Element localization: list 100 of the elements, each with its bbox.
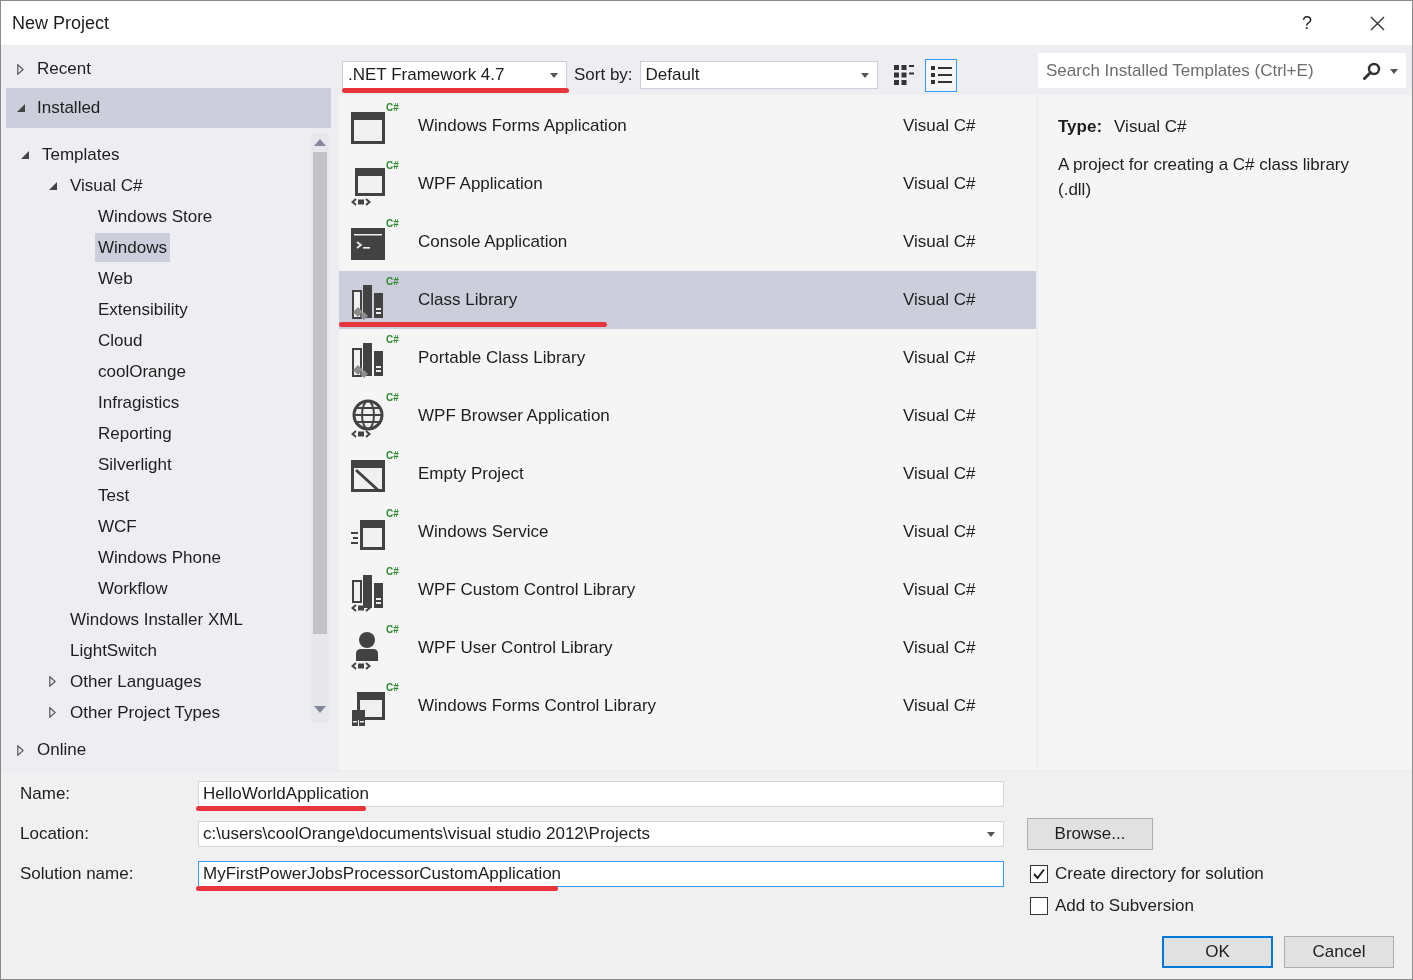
- template-row[interactable]: C# Empty Project Visual C#: [339, 445, 1036, 503]
- books-icon: [351, 340, 385, 380]
- list-view-button[interactable]: [924, 58, 957, 92]
- template-language: Visual C#: [903, 579, 976, 602]
- tree-item[interactable]: Workflow: [95, 574, 171, 603]
- template-language: Visual C#: [903, 463, 976, 486]
- expanded-arrow-icon[interactable]: [17, 104, 25, 112]
- template-row[interactable]: C# WPF User Control Library Visual C#: [339, 619, 1036, 677]
- template-language: Visual C#: [903, 289, 976, 312]
- close-icon[interactable]: [1370, 15, 1385, 31]
- template-language: Visual C#: [903, 347, 976, 370]
- collapsed-arrow-icon[interactable]: [49, 676, 56, 687]
- template-language: Visual C#: [903, 521, 976, 544]
- tree-item[interactable]: LightSwitch: [67, 636, 160, 665]
- search-icon[interactable]: [1363, 62, 1381, 80]
- template-row[interactable]: C# Windows Forms Application Visual C#: [339, 97, 1036, 155]
- section-header[interactable]: Online: [6, 731, 331, 769]
- template-language: Visual C#: [903, 115, 976, 138]
- dialog-button[interactable]: OK: [1162, 936, 1273, 968]
- sort-label: Sort by:: [574, 64, 633, 87]
- template-name: WPF Application: [418, 173, 544, 196]
- template-row[interactable]: C# Class Library Visual C#: [339, 271, 1036, 329]
- checkbox[interactable]: [1030, 865, 1048, 883]
- collapsed-arrow-icon[interactable]: [17, 744, 24, 756]
- template-language: Visual C#: [903, 231, 976, 254]
- search-field[interactable]: Search Installed Templates (Ctrl+E): [1038, 53, 1406, 88]
- tree-item[interactable]: Other Project Types: [67, 698, 223, 727]
- help-button[interactable]: ?: [1302, 9, 1312, 37]
- checkbox-label: Create directory for solution: [1055, 863, 1264, 886]
- scroll-down-arrow-icon[interactable]: [314, 706, 326, 713]
- expanded-arrow-icon[interactable]: [21, 150, 29, 159]
- tree-item[interactable]: WCF: [95, 512, 140, 541]
- tree-item[interactable]: Windows Store: [95, 202, 216, 231]
- language-label: C#: [386, 218, 399, 230]
- section-label: Installed: [37, 97, 101, 120]
- text-field[interactable]: HelloWorldApplication: [198, 781, 1004, 807]
- grid-icon: [893, 65, 914, 85]
- template-row[interactable]: C# WPF Browser Application Visual C#: [339, 387, 1036, 445]
- language-label: C#: [386, 276, 399, 288]
- text-field[interactable]: MyFirstPowerJobsProcessorCustomApplication: [198, 861, 1004, 887]
- template-name: WPF Custom Control Library: [418, 579, 637, 602]
- window-title: New Project: [12, 11, 110, 35]
- template-name: Console Application: [418, 231, 569, 254]
- location-dropdown[interactable]: c:\users\coolOrange\documents\visual studio 2012\Projects: [198, 821, 1004, 847]
- books-icon: [351, 572, 385, 612]
- scrollbar-thumb[interactable]: [313, 152, 327, 634]
- caret-icon: [550, 72, 558, 78]
- language-label: C#: [386, 450, 399, 462]
- template-language: Visual C#: [903, 695, 976, 718]
- section-label: Recent: [37, 58, 91, 81]
- template-row[interactable]: C# Console Application Visual C#: [339, 213, 1036, 271]
- expanded-arrow-icon[interactable]: [49, 181, 57, 190]
- tree-item[interactable]: Windows Phone: [95, 543, 224, 572]
- sort-dropdown[interactable]: Default: [639, 61, 878, 89]
- tree-item[interactable]: Infragistics: [95, 388, 183, 417]
- section-header[interactable]: Installed: [6, 88, 331, 128]
- dialog-button[interactable]: Cancel: [1284, 936, 1394, 968]
- field-label: Name:: [20, 783, 72, 806]
- template-name: WPF Browser Application: [418, 405, 611, 428]
- framework-dropdown[interactable]: .NET Framework 4.7: [342, 61, 567, 89]
- checkbox-label: Add to Subversion: [1055, 895, 1194, 918]
- template-name: Windows Forms Application: [418, 115, 628, 138]
- collapsed-arrow-icon[interactable]: [49, 707, 56, 718]
- template-language: Visual C#: [903, 637, 976, 660]
- language-label: C#: [386, 392, 399, 404]
- tree-item[interactable]: Reporting: [95, 419, 175, 448]
- template-row[interactable]: C# Portable Class Library Visual C#: [339, 329, 1036, 387]
- section-header[interactable]: Recent: [6, 50, 331, 88]
- tree-item[interactable]: Windows: [95, 233, 170, 262]
- template-name: WPF User Control Library: [418, 637, 614, 660]
- template-row[interactable]: C# Windows Forms Control Library Visual C#: [339, 677, 1036, 735]
- template-row[interactable]: C# WPF Application Visual C#: [339, 155, 1036, 213]
- tree-item[interactable]: Web: [95, 264, 136, 293]
- tree-item[interactable]: Other Languages: [67, 667, 205, 696]
- tree-item[interactable]: Cloud: [95, 326, 146, 355]
- globe-icon: [351, 398, 385, 438]
- language-label: C#: [386, 160, 399, 172]
- scroll-up-arrow-icon[interactable]: [314, 139, 326, 146]
- tree-item[interactable]: Templates: [39, 140, 123, 169]
- template-language: Visual C#: [903, 405, 976, 428]
- language-label: C#: [386, 682, 399, 694]
- type-label: Type:: [1058, 116, 1103, 138]
- language-label: C#: [386, 624, 399, 636]
- browse-button[interactable]: Browse...: [1027, 818, 1153, 850]
- language-label: C#: [386, 102, 399, 114]
- tree-item[interactable]: Extensibility: [95, 295, 191, 324]
- tree-item[interactable]: Test: [95, 481, 133, 510]
- tree-item[interactable]: Silverlight: [95, 450, 175, 479]
- books-icon: [351, 282, 385, 322]
- scrollbar-track[interactable]: [311, 133, 329, 723]
- template-row[interactable]: C# Windows Service Visual C#: [339, 503, 1036, 561]
- checkbox[interactable]: [1030, 897, 1048, 915]
- tree-item[interactable]: Visual C#: [67, 171, 146, 200]
- tree-item[interactable]: Windows Installer XML: [67, 605, 246, 634]
- collapsed-arrow-icon[interactable]: [17, 63, 24, 75]
- tree-item[interactable]: coolOrange: [95, 357, 189, 386]
- template-row[interactable]: C# WPF Custom Control Library Visual C#: [339, 561, 1036, 619]
- language-label: C#: [386, 566, 399, 578]
- caret-icon: [1390, 68, 1398, 74]
- template-name: Windows Forms Control Library: [418, 695, 658, 718]
